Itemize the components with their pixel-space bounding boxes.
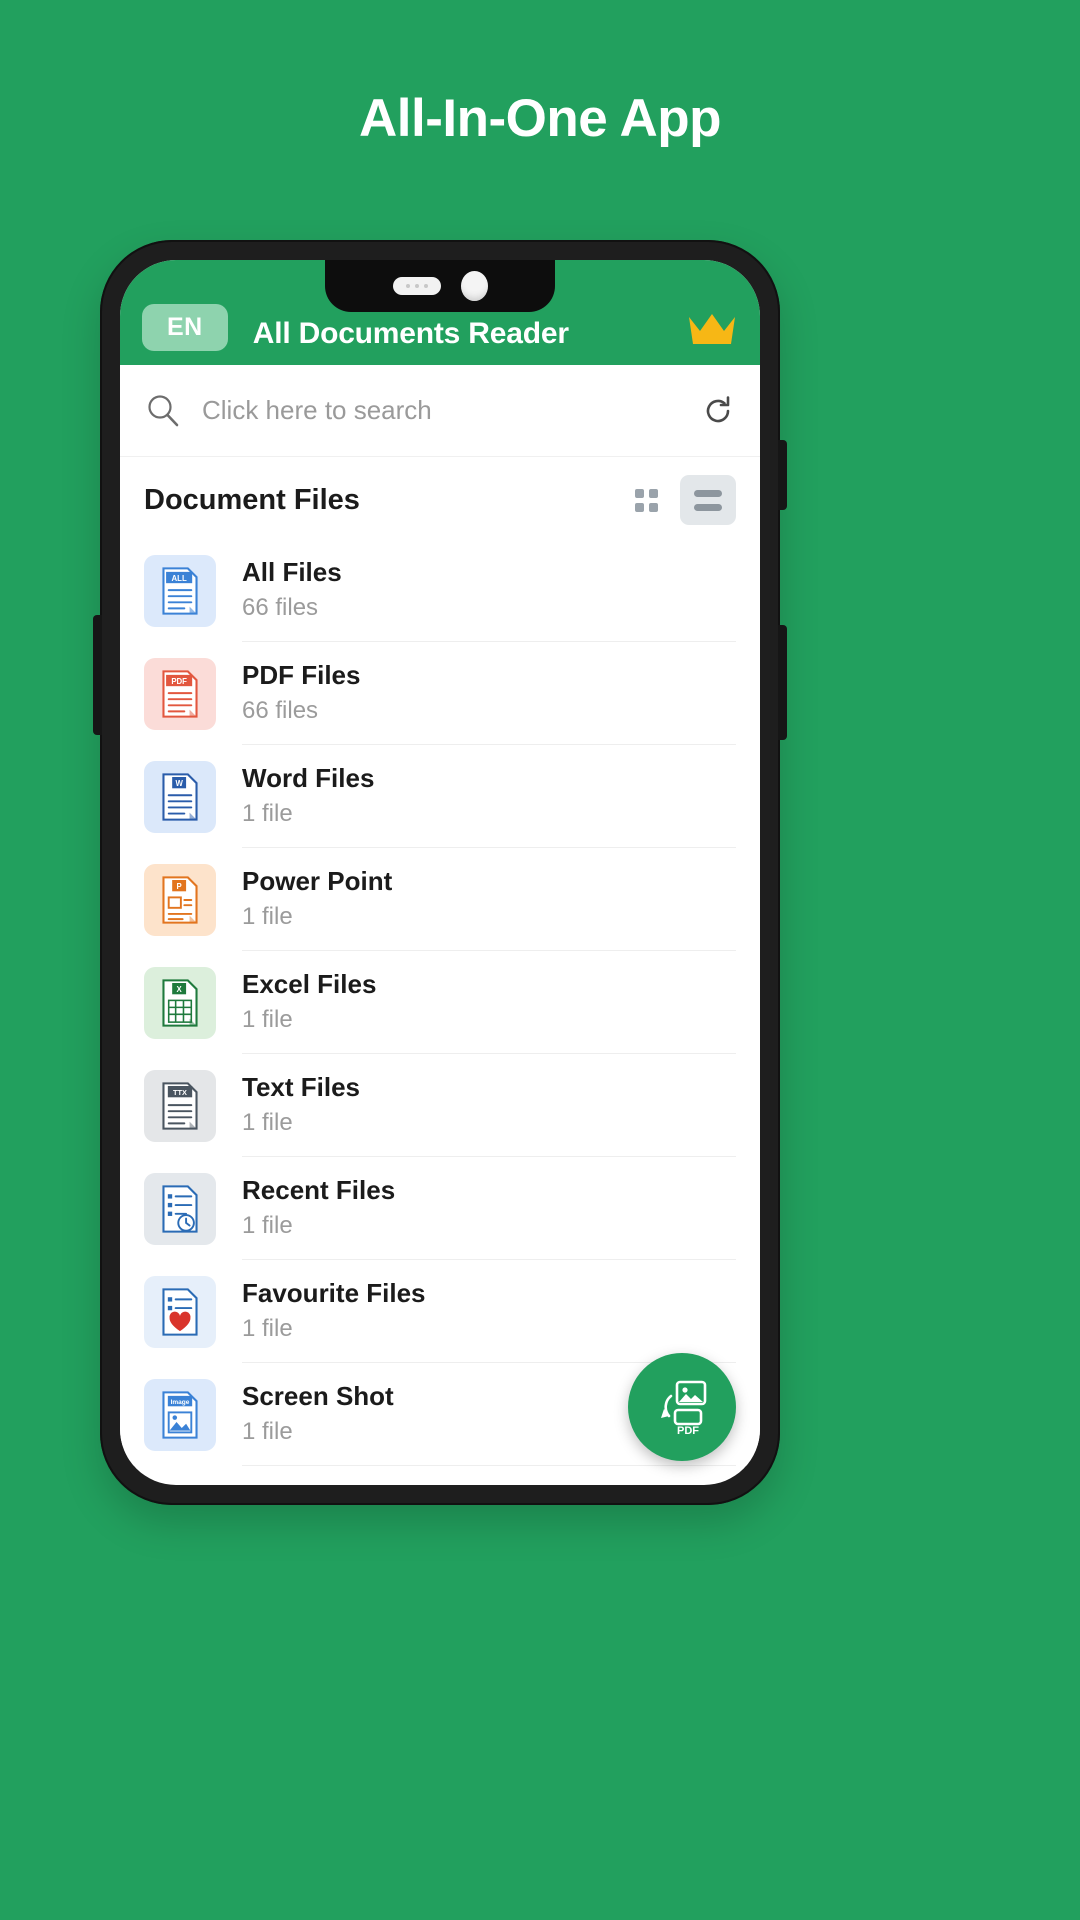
list-view-button[interactable] xyxy=(680,475,736,525)
refresh-icon[interactable] xyxy=(702,395,734,427)
section-title: Document Files xyxy=(144,483,360,516)
list-item-count: 1 file xyxy=(242,800,293,828)
search-icon xyxy=(148,394,179,426)
list-item[interactable]: P Power Point 1 file xyxy=(120,848,760,951)
phone-mute-button xyxy=(778,440,787,510)
list-item[interactable]: W Word Files 1 file xyxy=(120,745,760,848)
document-files-list: ALL All Files 66 files PDF PDF Files 66 … xyxy=(120,539,760,1466)
phone-notch xyxy=(325,260,555,312)
list-item-title: Excel Files xyxy=(242,968,377,999)
svg-text:PDF: PDF xyxy=(171,677,187,686)
svg-text:ALL: ALL xyxy=(172,574,187,583)
svg-text:PDF: PDF xyxy=(677,1425,699,1437)
list-item-title: Recent Files xyxy=(242,1174,396,1205)
view-toggle-group xyxy=(618,475,736,525)
section-header: Document Files xyxy=(120,457,760,539)
list-item-texts: Text Files 1 file xyxy=(242,1071,736,1140)
list-item-count: 1 file xyxy=(242,903,293,931)
text-files-icon: TTX xyxy=(144,1069,216,1142)
svg-text:X: X xyxy=(177,985,183,994)
svg-text:TTX: TTX xyxy=(173,1088,187,1097)
svg-text:P: P xyxy=(177,882,182,891)
grid-view-icon xyxy=(634,488,658,512)
search-input[interactable]: Click here to search xyxy=(202,395,702,426)
grid-view-button[interactable] xyxy=(618,475,674,525)
list-item[interactable]: ALL All Files 66 files xyxy=(120,539,760,642)
list-item[interactable]: X Excel Files 1 file xyxy=(120,951,760,1054)
list-item-texts: Favourite Files 1 file xyxy=(242,1277,736,1346)
speaker-grill-icon xyxy=(392,277,441,295)
list-item-texts: Recent Files 1 file xyxy=(242,1174,736,1243)
list-item-title: PDF Files xyxy=(242,659,361,690)
list-item[interactable]: TTX Text Files 1 file xyxy=(120,1054,760,1157)
image-to-pdf-fab[interactable]: PDF xyxy=(628,1353,736,1461)
powerpoint-files-icon: P xyxy=(144,863,216,936)
word-files-icon: W xyxy=(144,760,216,833)
list-item-texts: PDF Files 66 files xyxy=(242,659,736,728)
phone-power-button xyxy=(778,625,787,740)
list-item-count: 1 file xyxy=(242,1006,293,1034)
list-item-count: 1 file xyxy=(242,1109,293,1137)
list-item-texts: All Files 66 files xyxy=(242,556,736,625)
list-item-title: Text Files xyxy=(242,1071,361,1102)
all-files-icon: ALL xyxy=(144,554,216,627)
list-item-title: All Files xyxy=(242,556,342,587)
list-item-texts: Excel Files 1 file xyxy=(242,968,736,1037)
phone-volume-button xyxy=(93,615,102,735)
svg-text:Image: Image xyxy=(171,1399,190,1406)
screenshot-files-icon: Image xyxy=(144,1378,216,1451)
list-item-texts: Power Point 1 file xyxy=(242,865,736,934)
page-title: All-In-One App xyxy=(359,89,721,148)
list-item[interactable]: PDF PDF Files 66 files xyxy=(120,642,760,745)
phone-screen: EN All Documents Reader Click here to se… xyxy=(120,260,760,1485)
phone-mockup: EN All Documents Reader Click here to se… xyxy=(93,240,787,1505)
front-camera-icon xyxy=(460,271,488,301)
svg-text:W: W xyxy=(175,779,183,788)
list-item-title: Favourite Files xyxy=(242,1277,426,1308)
list-item-texts: Word Files 1 file xyxy=(242,762,736,831)
list-item-count: 66 files xyxy=(242,594,319,622)
language-badge[interactable]: EN xyxy=(142,304,228,351)
favourite-files-icon xyxy=(144,1275,216,1348)
list-item-count: 66 files xyxy=(242,697,319,725)
pdf-files-icon: PDF xyxy=(144,657,216,730)
image-to-pdf-icon: PDF xyxy=(661,1380,707,1437)
list-item[interactable]: Recent Files 1 file xyxy=(120,1157,760,1260)
list-item[interactable]: Favourite Files 1 file xyxy=(120,1260,760,1363)
recent-files-icon xyxy=(144,1172,216,1245)
search-bar[interactable]: Click here to search xyxy=(120,365,760,457)
app-title: All Documents Reader xyxy=(252,317,569,350)
list-item-count: 1 file xyxy=(242,1212,293,1240)
excel-files-icon: X xyxy=(144,966,216,1039)
row-divider xyxy=(242,1465,736,1466)
crown-icon[interactable] xyxy=(686,311,738,347)
list-item-title: Word Files xyxy=(242,762,375,793)
list-view-icon xyxy=(694,489,722,511)
list-item-title: Power Point xyxy=(242,865,393,896)
list-item-count: 1 file xyxy=(242,1315,293,1343)
